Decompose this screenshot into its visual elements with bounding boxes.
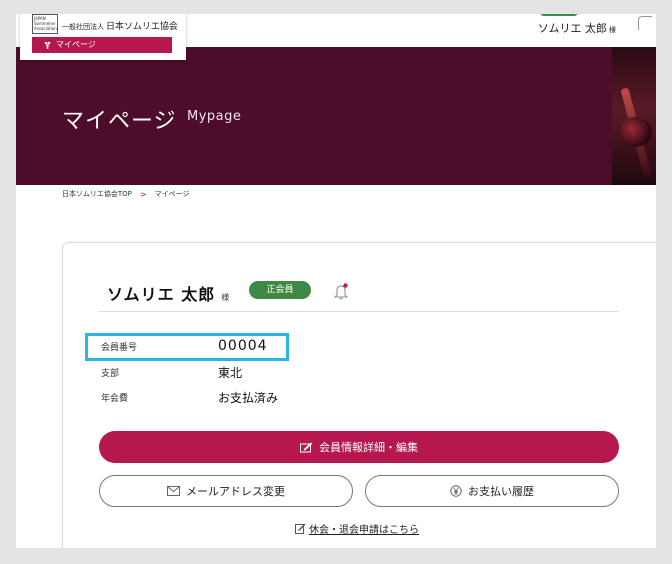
member-number-value: 00004 — [218, 338, 268, 354]
edit-member-info-button[interactable]: 会員情報詳細・編集 — [99, 431, 619, 463]
member-status-badge: 正会員 — [249, 281, 311, 299]
logo-prefix: 一般社団法人 — [62, 23, 104, 31]
logo-area[interactable]: JAPAN Sommelier Association 一般社団法人 日本ソムリエ… — [20, 14, 186, 60]
leave-request-label: 休会・退会申請はこちら — [309, 525, 419, 536]
mypage-tab-label: マイページ — [56, 40, 96, 49]
site-logo-text: 一般社団法人 日本ソムリエ協会 — [62, 19, 178, 32]
grape-icon — [44, 41, 52, 49]
user-status-bar — [540, 14, 578, 16]
member-number-label: 会員番号 — [101, 342, 138, 353]
banner-subtitle: Mypage — [187, 109, 242, 124]
member-number-row: 会員番号 00004 — [101, 338, 268, 354]
member-name-row: ソムリエ 太郎 様 — [107, 281, 229, 305]
annual-fee-label: 年会費 — [101, 394, 129, 404]
breadcrumb-home-link[interactable]: 日本ソムリエ協会TOP — [62, 189, 132, 199]
user-suffix: 様 — [609, 26, 616, 34]
branch-value: 東北 — [218, 366, 243, 380]
payment-history-button[interactable]: お支払い履歴 — [365, 475, 619, 507]
member-name: ソムリエ 太郎 — [107, 285, 216, 304]
menu-icon[interactable] — [638, 16, 652, 30]
member-suffix: 様 — [221, 293, 230, 302]
payment-history-label: お支払い履歴 — [468, 485, 534, 498]
breadcrumb: 日本ソムリエ協会TOP > マイページ — [62, 189, 189, 199]
yen-icon — [450, 485, 462, 497]
banner-title: マイページ — [62, 109, 177, 134]
breadcrumb-current: マイページ — [154, 190, 190, 198]
document-edit-icon — [295, 523, 306, 534]
notification-bell-icon[interactable] — [331, 281, 351, 301]
user-name: ソムリエ 太郎 — [537, 22, 607, 35]
card-divider — [99, 311, 619, 312]
banner-wine-image — [612, 47, 656, 185]
leave-request-link[interactable]: 休会・退会申請はこちら — [295, 521, 419, 536]
association-logo-icon: JAPAN Sommelier Association — [32, 14, 58, 34]
branch-row: 支部 東北 — [101, 364, 242, 381]
edit-member-info-label: 会員情報詳細・編集 — [319, 441, 418, 454]
annual-fee-row: 年会費 お支払済み — [101, 389, 278, 406]
annual-fee-value: お支払済み — [218, 391, 279, 405]
change-email-label: メールアドレス変更 — [186, 485, 285, 498]
member-card: ソムリエ 太郎 様 正会員 会員番号 00004 支部 東北 年会費 お支払済み — [62, 242, 656, 548]
page-frame: ソムリエ 太郎様 JAPAN Sommelier Association 一般社… — [16, 14, 656, 548]
logo-name: 日本ソムリエ協会 — [106, 22, 178, 32]
page-banner: マイページ Mypage — [16, 47, 656, 185]
mypage-tab[interactable]: マイページ — [32, 37, 172, 53]
breadcrumb-separator: > — [139, 189, 147, 199]
change-email-button[interactable]: メールアドレス変更 — [99, 475, 353, 507]
branch-label: 支部 — [101, 369, 120, 379]
user-menu[interactable]: ソムリエ 太郎様 — [538, 20, 616, 36]
mail-icon — [167, 486, 180, 496]
edit-icon — [300, 442, 313, 453]
